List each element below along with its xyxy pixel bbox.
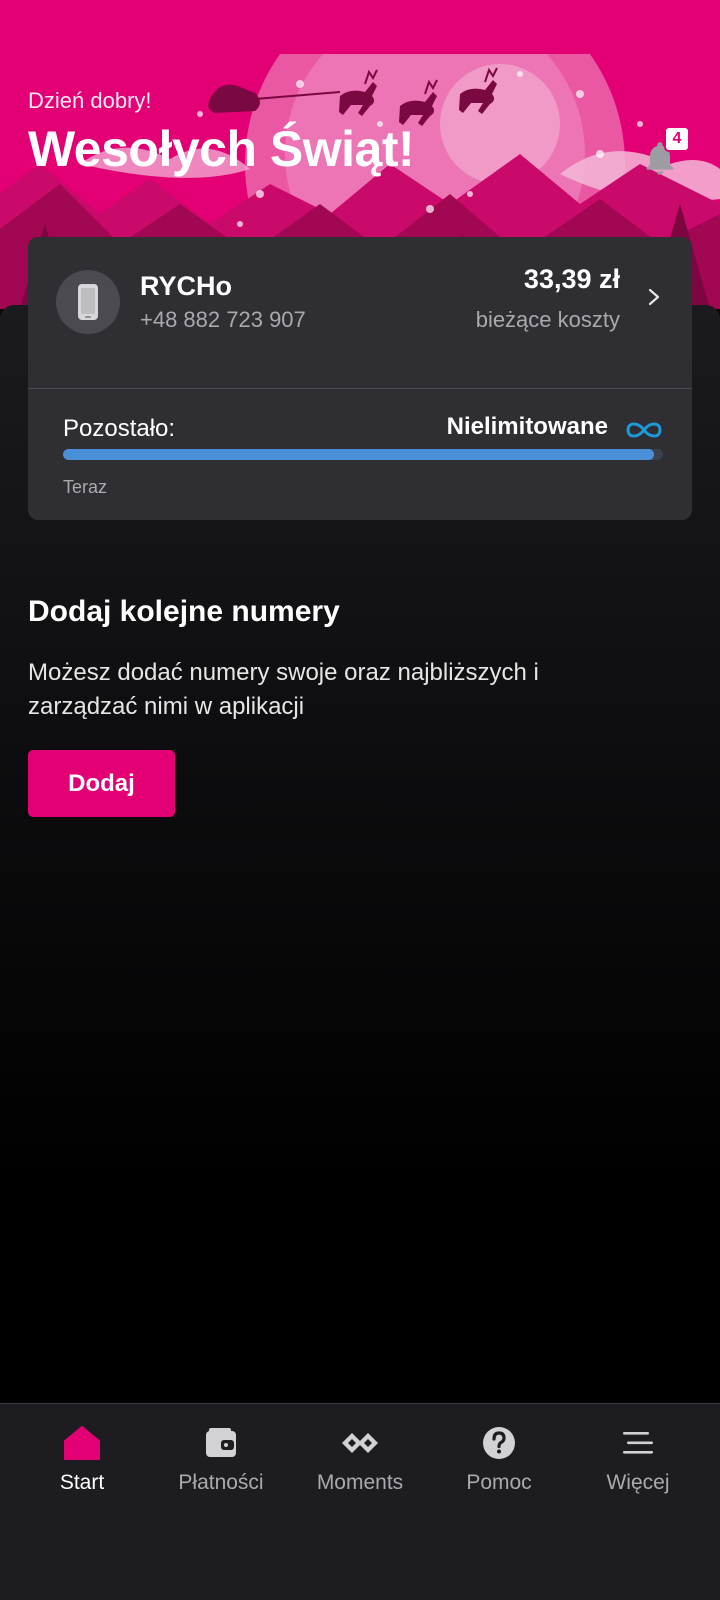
account-card[interactable]: RYCHo +48 882 723 907 33,39 zł bieżące k… — [28, 237, 692, 520]
help-icon — [477, 1421, 521, 1465]
nav-label-more: Więcej — [606, 1471, 670, 1494]
greeting-text: Dzień dobry! — [28, 88, 152, 113]
current-cost-label: bieżące koszty — [475, 307, 620, 332]
add-number-button[interactable]: Dodaj — [28, 750, 175, 817]
bottom-navigation: Start Płatności Moments Pomoc Więcej — [0, 1403, 720, 1600]
status-bar — [0, 0, 720, 54]
nav-label-start: Start — [59, 1471, 105, 1494]
holiday-title: Wesołych Świąt! — [28, 121, 415, 177]
card-divider — [28, 388, 692, 389]
account-phone-number: +48 882 723 907 — [140, 307, 306, 332]
chevron-right-icon[interactable] — [644, 285, 664, 309]
notification-badge: 4 — [664, 126, 690, 152]
usage-progress-fill — [63, 449, 654, 460]
infinity-icon — [624, 418, 664, 442]
nav-label-payments: Płatności — [178, 1471, 264, 1494]
nav-label-help: Pomoc — [466, 1471, 532, 1494]
remaining-value: Nielimitowane — [446, 413, 608, 440]
usage-progress-bar — [63, 449, 663, 460]
nav-item-help[interactable]: Pomoc — [429, 1404, 569, 1514]
moments-icon — [338, 1421, 382, 1465]
wallet-icon — [199, 1421, 243, 1465]
phone-icon — [56, 270, 120, 334]
add-numbers-description: Możesz dodać numery swoje oraz najbliższ… — [28, 659, 539, 720]
menu-icon — [616, 1421, 660, 1465]
nav-label-moments: Moments — [316, 1471, 404, 1494]
current-cost-amount: 33,39 zł — [523, 264, 620, 294]
nav-item-start[interactable]: Start — [12, 1404, 152, 1514]
nav-item-more[interactable]: Więcej — [568, 1404, 708, 1514]
nav-item-moments[interactable]: Moments — [290, 1404, 430, 1514]
account-name: RYCHo — [140, 271, 232, 301]
time-label: Teraz — [63, 477, 108, 497]
add-numbers-title: Dodaj kolejne numery — [28, 595, 340, 628]
nav-item-payments[interactable]: Płatności — [151, 1404, 291, 1514]
home-icon — [60, 1421, 104, 1465]
remaining-label: Pozostało: — [63, 415, 176, 442]
